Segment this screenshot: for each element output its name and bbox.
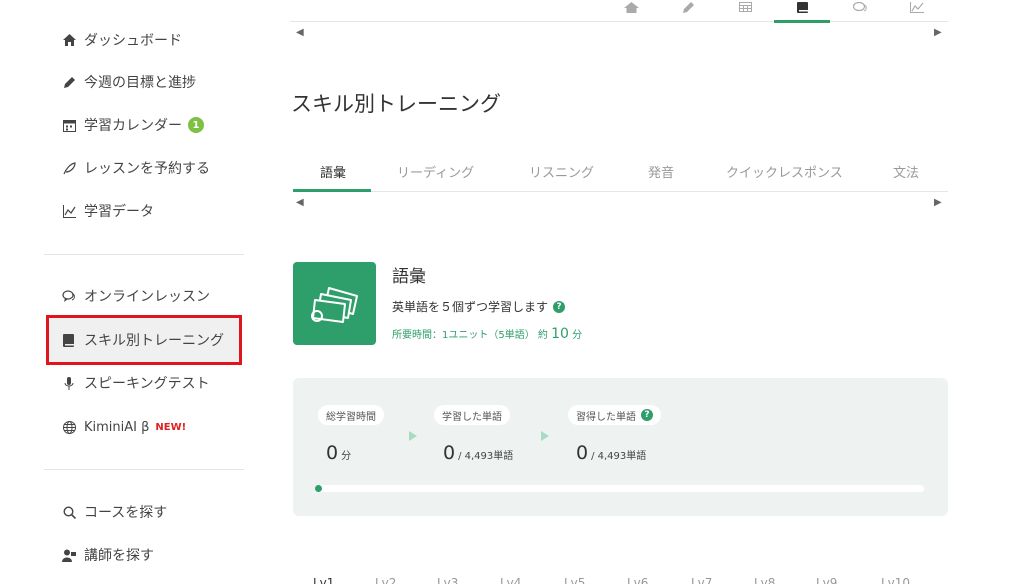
sidebar-item-skill-training[interactable]: スキル別トレーニング: [62, 329, 224, 351]
tab-pronunciation[interactable]: 発音: [648, 162, 674, 181]
sidebar-item-speaking-test[interactable]: スピーキングテスト: [62, 372, 210, 394]
tab-grammar[interactable]: 文法: [893, 162, 919, 181]
home-icon[interactable]: [619, 0, 643, 14]
book-icon: [62, 333, 76, 347]
stat-value: 0: [326, 442, 339, 464]
sidebar-item-kiminiai[interactable]: KiminiAI β NEW!: [62, 416, 186, 438]
sidebar-item-label: スキル別トレーニング: [84, 333, 224, 349]
level-tab[interactable]: Lv9: [816, 576, 837, 584]
sidebar-divider: [44, 469, 244, 470]
help-icon[interactable]: ?: [553, 300, 566, 313]
sidebar-item-label: ダッシュボード: [84, 33, 182, 49]
sidebar: ダッシュボード 今週の目標と進捗 学習カレンダー 1 レッスンを予約する 学習デ…: [0, 0, 270, 584]
scroll-right-arrow[interactable]: ▶: [934, 27, 942, 38]
duration-prefix: 所要時間：1ユニット（5単語） 約: [392, 330, 548, 341]
vocab-title: 語彙: [392, 267, 426, 287]
sidebar-item-label: スピーキングテスト: [84, 376, 210, 392]
sidebar-item-find-course[interactable]: コースを探す: [62, 501, 167, 523]
book-icon[interactable]: [791, 0, 815, 14]
tab-quick-response[interactable]: クイックレスポンス: [726, 162, 843, 181]
level-tab[interactable]: Lv3: [437, 576, 458, 584]
stats-panel: 総学習時間 学習した単語 習得した単語 ? 0 分 0 / 4,493単語 0 …: [293, 378, 948, 516]
sidebar-item-dashboard[interactable]: ダッシュボード: [62, 29, 182, 51]
sidebar-item-label: 学習カレンダー: [84, 118, 182, 134]
flashcards-icon: [293, 262, 376, 345]
sidebar-item-find-teacher[interactable]: 講師を探す: [62, 544, 154, 566]
level-tab[interactable]: Lv2: [375, 576, 396, 584]
stat-unit: 分: [341, 451, 352, 462]
chart-icon: [62, 204, 76, 218]
tab-vocabulary[interactable]: 語彙: [320, 162, 346, 181]
sidebar-divider: [44, 254, 244, 255]
globe-icon: [62, 420, 76, 434]
sidebar-item-label: KiminiAI β: [84, 419, 150, 435]
new-tag: NEW!: [155, 421, 187, 433]
calendar-icon: [62, 118, 76, 132]
stat-value: 0: [576, 442, 589, 464]
chat-icon[interactable]: [848, 0, 872, 14]
level-tab[interactable]: Lv6: [627, 576, 648, 584]
sidebar-item-learning-data[interactable]: 学習データ: [62, 200, 154, 222]
calendar-icon[interactable]: [733, 0, 757, 14]
level-tab[interactable]: Lv5: [564, 576, 585, 584]
scroll-left-arrow[interactable]: ◀: [296, 27, 304, 38]
level-tabs: Lv1 Lv2 Lv3 Lv4 Lv5 Lv6 Lv7 Lv8 Lv9 Lv10: [305, 576, 945, 584]
tabs-scroll-right-arrow[interactable]: ▶: [934, 197, 942, 208]
stat-unit: / 4,493単語: [458, 451, 514, 462]
skill-tabs: 語彙 リーディング リスニング 発音 クイックレスポンス 文法: [293, 160, 948, 192]
stat-learned-words: 0 / 4,493単語: [443, 442, 513, 464]
sidebar-item-label: コースを探す: [84, 505, 168, 521]
stat-label-learned-words: 学習した単語: [434, 405, 510, 425]
sidebar-item-label: 今週の目標と進捗: [84, 75, 196, 91]
stat-mastered-words: 0 / 4,493単語: [576, 442, 646, 464]
level-tab[interactable]: Lv8: [754, 576, 775, 584]
sidebar-item-book-lesson[interactable]: レッスンを予約する: [62, 157, 210, 179]
feather-icon: [62, 161, 76, 175]
progress-indicator: [315, 485, 322, 492]
tab-listening[interactable]: リスニング: [529, 162, 594, 181]
sidebar-item-calendar[interactable]: 学習カレンダー 1: [62, 114, 204, 136]
tab-active-indicator: [293, 189, 371, 192]
stat-label-total-time: 総学習時間: [318, 405, 384, 425]
level-tab[interactable]: Lv10: [881, 576, 910, 584]
mic-icon: [62, 376, 76, 390]
stat-label-mastered-words-text: 習得した単語: [576, 411, 636, 423]
teacher-icon: [62, 548, 76, 562]
vocab-duration: 所要時間：1ユニット（5単語） 約 10 分: [392, 326, 582, 342]
duration-unit: 分: [572, 330, 583, 341]
sidebar-item-label: 学習データ: [84, 204, 154, 220]
notification-badge: 1: [188, 117, 204, 133]
search-icon: [62, 505, 76, 519]
sidebar-item-goals[interactable]: 今週の目標と進捗: [62, 71, 196, 93]
stat-value: 0: [443, 442, 456, 464]
stat-unit: / 4,493単語: [591, 451, 647, 462]
tab-reading[interactable]: リーディング: [397, 162, 474, 181]
pencil-icon[interactable]: [676, 0, 700, 14]
tabs-scroll-left-arrow[interactable]: ◀: [296, 197, 304, 208]
home-icon: [62, 33, 76, 47]
sidebar-item-label: オンラインレッスン: [84, 289, 210, 305]
stat-label-mastered-words: 習得した単語 ?: [568, 405, 661, 425]
arrow-right-icon: [541, 431, 549, 441]
level-tab[interactable]: Lv7: [691, 576, 712, 584]
duration-value: 10: [551, 326, 569, 342]
chat-icon: [62, 289, 76, 303]
sidebar-item-label: 講師を探す: [84, 548, 154, 564]
level-tab[interactable]: Lv1: [313, 576, 334, 584]
top-nav-active-indicator: [774, 20, 830, 23]
page-title: スキル別トレーニング: [291, 92, 501, 116]
pencil-icon: [62, 75, 76, 89]
vocab-description-text: 英単語を５個ずつ学習します: [392, 300, 549, 314]
stat-total-time: 0 分: [326, 442, 351, 464]
sidebar-item-online-lesson[interactable]: オンラインレッスン: [62, 285, 210, 307]
arrow-right-icon: [409, 431, 417, 441]
level-tab[interactable]: Lv4: [500, 576, 521, 584]
sidebar-item-label: レッスンを予約する: [84, 161, 210, 177]
progress-bar: [315, 485, 924, 492]
help-icon[interactable]: ?: [641, 409, 653, 421]
vocab-description: 英単語を５個ずつ学習します ?: [392, 298, 566, 315]
chart-icon[interactable]: [905, 0, 929, 14]
